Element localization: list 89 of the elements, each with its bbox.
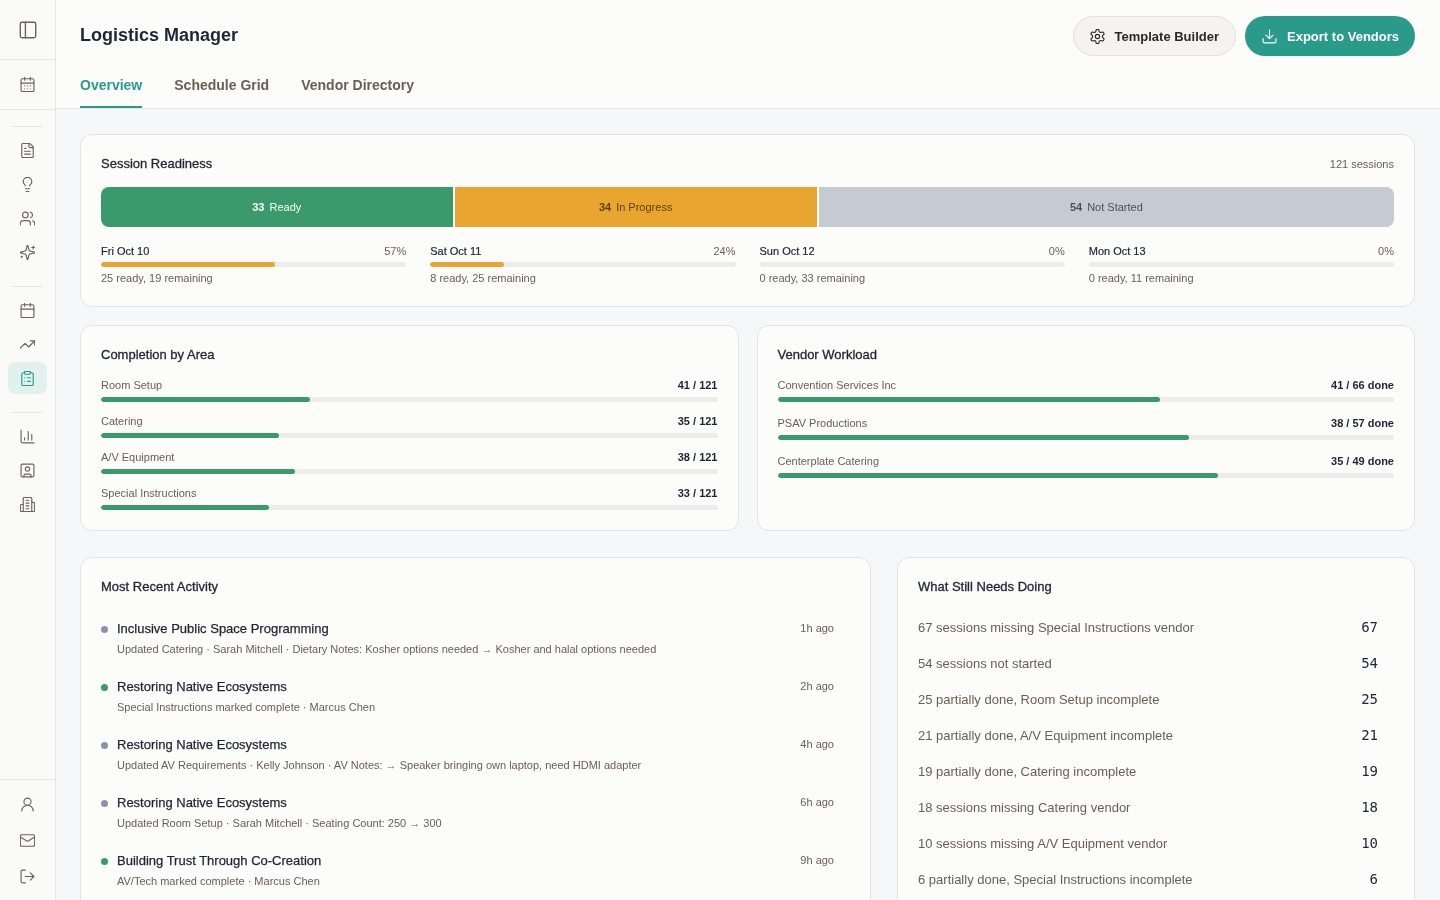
status-segment: 33 Ready xyxy=(101,187,453,227)
day-summary: 25 ready, 19 remaining xyxy=(101,271,214,286)
area-label: Room Setup xyxy=(101,378,163,393)
user-icon xyxy=(20,796,35,812)
vendor-label: PSAV Productions xyxy=(777,416,868,431)
bar-chart-icon xyxy=(20,428,35,444)
card-title: Session Readiness xyxy=(101,155,213,173)
activity-time: 4h ago xyxy=(799,737,835,752)
activity-title: Building Trust Through Co-Creation xyxy=(117,852,323,870)
status-segment: 34 In Progress xyxy=(454,187,817,227)
area-count: 38 / 121 xyxy=(677,450,718,465)
card-title: Vendor Workload xyxy=(777,346,878,364)
vendor-count: 38 / 57 done xyxy=(1331,416,1394,431)
percent-label: 0% xyxy=(1378,244,1394,259)
logout-icon xyxy=(20,868,35,884)
activity-time: 2h ago xyxy=(799,679,835,694)
day-summary: 0 ready, 11 remaining xyxy=(1088,271,1195,286)
activity-detail: Special Instructions marked complete · Marcus Chen xyxy=(117,700,376,715)
task-text: 21 partially done, A/V Equipment incomplete xyxy=(918,727,1174,743)
activity-time: 1h ago xyxy=(799,621,835,636)
vendor-count: 41 / 66 done xyxy=(1331,378,1394,393)
calendar-icon xyxy=(20,302,35,318)
sidebar-panel-icon xyxy=(18,20,37,39)
page-title: Logistics Manager xyxy=(80,24,239,47)
settings-icon xyxy=(1089,28,1105,44)
task-text: 54 sessions not started xyxy=(918,655,1052,671)
vendor-count: 35 / 49 done xyxy=(1331,454,1394,469)
percent-label: 0% xyxy=(1048,244,1065,259)
vendor-label: Convention Services Inc xyxy=(777,378,897,393)
activity-detail: Updated AV Requirements · Kelly Johnson · AV Notes: → Speaker bringing own laptop, need HDMI adapter xyxy=(117,758,643,773)
card-title: What Still Needs Doing xyxy=(918,578,1053,596)
download-icon xyxy=(1262,28,1278,44)
task-count: 10 xyxy=(1361,835,1378,851)
activity-title: Restoring Native Ecosystems xyxy=(117,678,288,696)
clipboard-list-icon xyxy=(20,370,35,386)
area-count: 41 / 121 xyxy=(677,378,718,393)
day-label: Mon Oct 13 xyxy=(1088,244,1146,259)
activity-time: 6h ago xyxy=(799,795,835,810)
area-label: Special Instructions xyxy=(101,486,197,501)
task-text: 25 partially done, Room Setup incomplete xyxy=(918,691,1160,707)
task-count: 54 xyxy=(1361,655,1378,671)
activity-detail: Updated Room Setup · Sarah Mitchell · Seating Count: 250 → 300 xyxy=(117,816,443,831)
task-count: 19 xyxy=(1361,763,1378,779)
activity-title: Restoring Native Ecosystems xyxy=(117,736,288,754)
task-text: 10 sessions missing A/V Equipment vendor xyxy=(918,835,1168,851)
calendar-icon xyxy=(20,77,35,92)
day-summary: 8 ready, 25 remaining xyxy=(430,271,537,286)
lightbulb-icon xyxy=(20,176,35,192)
card-title: Completion by Area xyxy=(101,346,216,364)
tab[interactable]: Vendor Directory xyxy=(301,68,414,108)
day-summary: 0 ready, 33 remaining xyxy=(759,271,867,286)
people-icon xyxy=(20,210,35,226)
area-label: A/V Equipment xyxy=(101,450,175,465)
tab[interactable]: Overview xyxy=(80,68,143,108)
task-text: 6 partially done, Special Instructions incomplete xyxy=(918,871,1193,887)
vendor-label: Centerplate Catering xyxy=(777,454,879,469)
area-count: 33 / 121 xyxy=(677,486,718,501)
activity-detail: Updated Catering · Sarah Mitchell · Dietary Notes: Kosher options needed → Kosher and halal options needed xyxy=(117,642,658,657)
task-count: 25 xyxy=(1361,691,1378,707)
task-text: 67 sessions missing Special Instructions vendor xyxy=(918,619,1195,635)
percent-label: 24% xyxy=(713,244,736,259)
activity-time: 9h ago xyxy=(799,853,835,868)
task-count: 6 xyxy=(1369,871,1378,887)
task-count: 18 xyxy=(1361,799,1378,815)
task-text: 18 sessions missing Catering vendor xyxy=(918,799,1131,815)
percent-label: 57% xyxy=(384,244,407,259)
document-icon xyxy=(20,142,35,158)
sidebar-nav-item[interactable] xyxy=(8,362,47,394)
area-label: Catering xyxy=(101,414,143,429)
person-card-icon xyxy=(20,462,35,478)
activity-detail: AV/Tech marked complete · Marcus Chen xyxy=(117,874,321,889)
building-icon xyxy=(20,496,35,512)
day-label: Sun Oct 12 xyxy=(759,244,815,259)
task-text: 19 partially done, Catering incomplete xyxy=(918,763,1137,779)
task-count: 67 xyxy=(1361,619,1378,635)
area-count: 35 / 121 xyxy=(677,414,718,429)
card-title: Most Recent Activity xyxy=(101,578,220,596)
mail-icon xyxy=(20,832,35,848)
day-label: Sat Oct 11 xyxy=(430,244,482,259)
activity-title: Inclusive Public Space Programming xyxy=(117,620,330,638)
status-segment: 54 Not Started xyxy=(818,187,1394,227)
export-button[interactable]: Export to Vendors xyxy=(1245,16,1415,56)
template-builder-button[interactable]: Template Builder xyxy=(1072,16,1237,56)
activity-title: Restoring Native Ecosystems xyxy=(117,794,288,812)
day-label: Fri Oct 10 xyxy=(101,244,150,259)
task-count: 21 xyxy=(1361,727,1378,743)
session-total: 121 sessions xyxy=(1329,158,1394,170)
tab[interactable]: Schedule Grid xyxy=(174,68,270,108)
sparkles-icon xyxy=(20,244,35,260)
